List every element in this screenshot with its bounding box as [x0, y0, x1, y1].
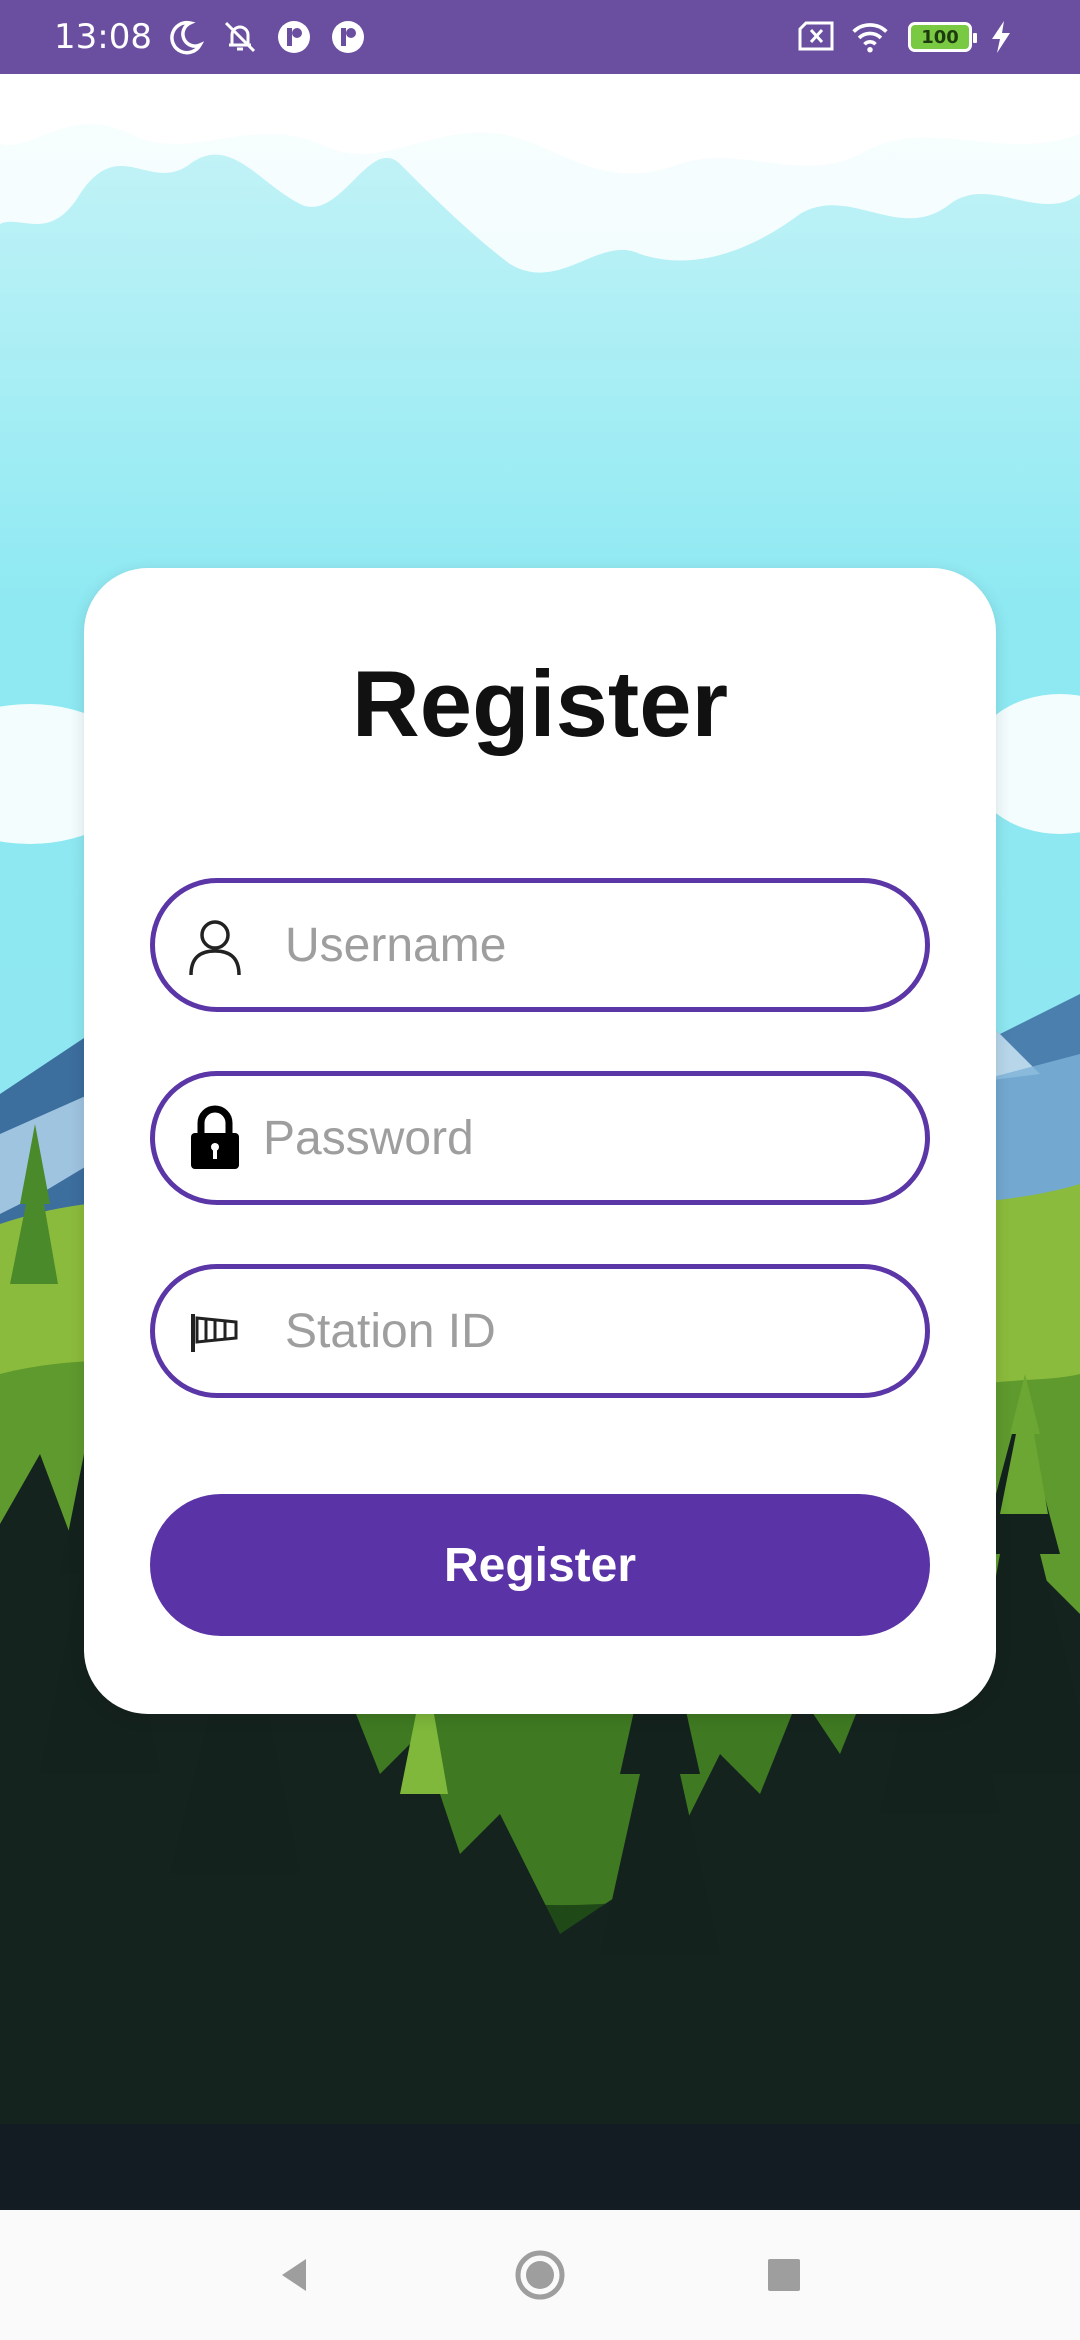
windsock-icon — [183, 1299, 247, 1363]
username-input[interactable] — [283, 883, 895, 1007]
register-button[interactable]: Register — [150, 1494, 930, 1636]
battery-level: 100 — [921, 26, 959, 48]
navigation-bar — [0, 2210, 1080, 2340]
station-id-field[interactable] — [150, 1264, 930, 1398]
password-input[interactable] — [261, 1076, 895, 1200]
moon-icon — [166, 17, 206, 57]
page-title: Register — [351, 651, 729, 756]
back-icon[interactable] — [254, 2235, 334, 2315]
register-card: Register Register — [84, 568, 996, 1714]
app-notification-icon — [274, 17, 314, 57]
password-field[interactable] — [150, 1071, 930, 1205]
sim-x-icon — [796, 17, 836, 57]
status-bar: 13:08 100 — [0, 0, 1080, 74]
status-right: 100 — [796, 17, 1026, 57]
lock-icon — [183, 1105, 247, 1170]
wifi-icon — [850, 17, 890, 57]
user-icon — [183, 913, 247, 977]
charging-bolt-icon — [986, 17, 1026, 57]
status-left: 13:08 — [54, 17, 368, 57]
silent-bell-icon — [220, 17, 260, 57]
home-icon[interactable] — [500, 2235, 580, 2315]
status-time: 13:08 — [54, 17, 152, 57]
username-field[interactable] — [150, 878, 930, 1012]
battery-icon: 100 — [908, 22, 977, 52]
station-id-input[interactable] — [283, 1269, 895, 1393]
app-notification-icon — [328, 17, 368, 57]
recents-icon[interactable] — [744, 2235, 824, 2315]
